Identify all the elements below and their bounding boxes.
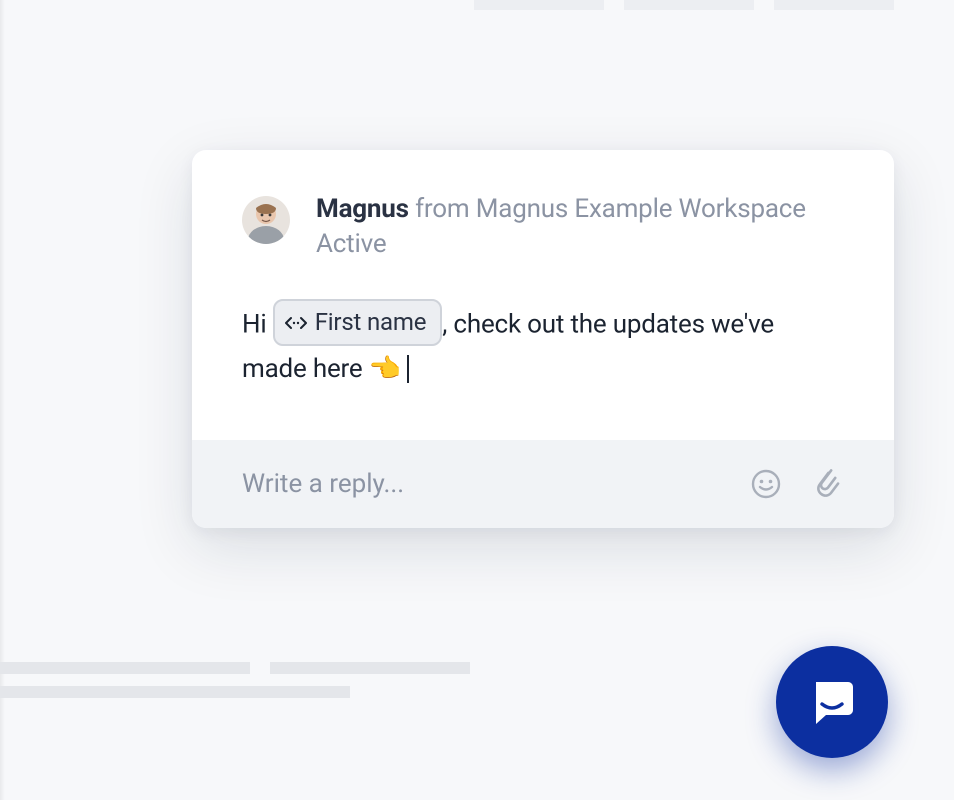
- reply-input[interactable]: [242, 469, 750, 499]
- chat-window: Magnus from Magnus Example Workspace Act…: [192, 150, 894, 528]
- message-body[interactable]: Hi First name , check out the updates we…: [192, 272, 894, 439]
- attachment-icon[interactable]: [812, 468, 844, 500]
- variable-label: First name: [315, 304, 427, 341]
- messenger-launcher[interactable]: [776, 646, 888, 758]
- chat-header: Magnus from Magnus Example Workspace Act…: [192, 150, 894, 272]
- status-label: Active: [316, 227, 806, 262]
- variable-chip[interactable]: First name: [273, 299, 443, 346]
- header-line: Magnus from Magnus Example Workspace: [316, 192, 806, 227]
- point-emoji: 👈: [369, 354, 401, 384]
- avatar: [242, 196, 290, 244]
- reply-actions: [750, 468, 844, 500]
- reply-bar: [192, 440, 894, 528]
- from-label: from: [409, 194, 476, 224]
- workspace-name: Magnus Example Workspace: [476, 194, 806, 224]
- text-cursor: [407, 355, 409, 383]
- messenger-icon: [806, 676, 858, 728]
- header-text: Magnus from Magnus Example Workspace Act…: [316, 192, 806, 262]
- sender-name: Magnus: [316, 194, 409, 224]
- background-skeleton-bottom: [0, 662, 470, 710]
- emoji-icon[interactable]: [750, 468, 782, 500]
- background-skeleton-top: [474, 0, 894, 10]
- message-text-pre: Hi: [242, 310, 273, 340]
- variable-icon: [285, 316, 307, 330]
